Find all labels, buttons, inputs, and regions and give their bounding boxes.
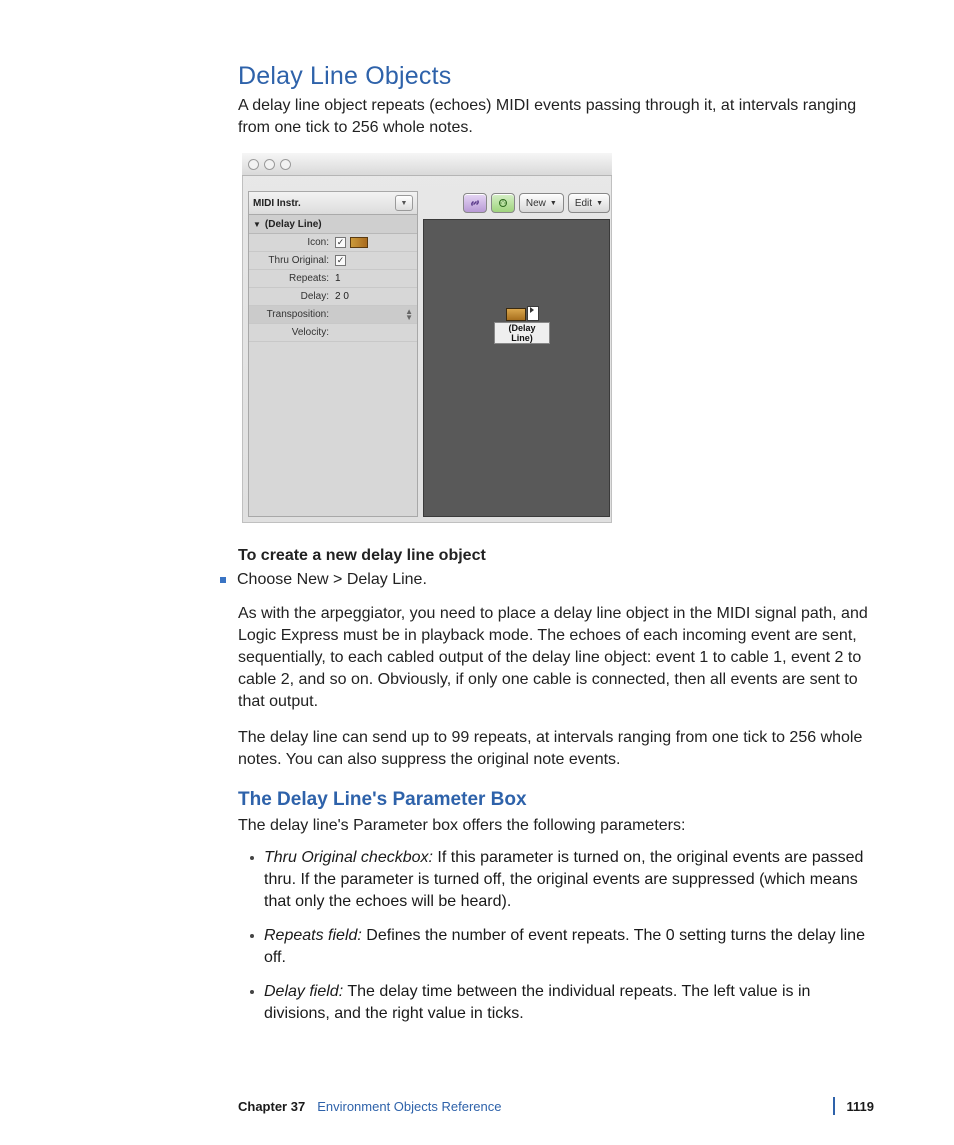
create-heading: To create a new delay line object [238, 545, 874, 567]
inspector-row-velocity: Velocity: [249, 324, 417, 342]
link-icon[interactable] [463, 193, 487, 213]
repeats-value[interactable]: 1 [333, 273, 417, 284]
thru-original-checkbox[interactable]: ✓ [335, 255, 346, 266]
paragraph-param-intro: The delay line's Parameter box offers th… [238, 815, 874, 837]
term-delay: Delay field: [264, 983, 343, 1000]
chain-icon [469, 197, 481, 209]
list-item: Delay field: The delay time between the … [250, 981, 874, 1025]
window-titlebar [242, 153, 612, 176]
inspector-section-header[interactable]: ▼ (Delay Line) [249, 215, 417, 234]
list-item: Repeats field: Defines the number of eve… [250, 925, 874, 969]
new-menu-button[interactable]: New ▼ [519, 193, 564, 213]
environment-canvas[interactable]: (Delay Line) [423, 219, 610, 517]
icon-label: Icon: [249, 237, 333, 248]
midi-out-icon[interactable] [491, 193, 515, 213]
velocity-label: Velocity: [249, 327, 333, 338]
delay-line-object-label: (Delay Line) [494, 322, 550, 344]
footer-page-number: 1119 [847, 1099, 875, 1114]
bullet-icon [250, 934, 254, 938]
term-thru-original: Thru Original checkbox: [264, 849, 433, 866]
delay-line-object[interactable]: (Delay Line) [494, 306, 550, 344]
inspector-row-repeats: Repeats: 1 [249, 270, 417, 288]
intro-paragraph: A delay line object repeats (echoes) MID… [238, 95, 874, 139]
thru-original-label: Thru Original: [249, 255, 333, 266]
edit-menu-button[interactable]: Edit ▼ [568, 193, 610, 213]
page-footer: Chapter 37 Environment Objects Reference… [238, 1097, 874, 1115]
transposition-label: Transposition: [249, 309, 333, 320]
paragraph-repeats-range: The delay line can send up to 99 repeats… [238, 727, 874, 771]
delay-value[interactable]: 2 0 [333, 291, 417, 302]
bullet-icon [250, 990, 254, 994]
heading-parameter-box: The Delay Line's Parameter Box [238, 789, 874, 811]
chevron-down-icon: ▼ [596, 200, 603, 207]
inspector-row-thru: Thru Original: ✓ [249, 252, 417, 270]
icon-checkbox[interactable]: ✓ [335, 237, 346, 248]
stepper-icon[interactable]: ▲▼ [405, 309, 413, 321]
list-item: Thru Original checkbox: If this paramete… [250, 847, 874, 913]
disclosure-triangle-icon[interactable]: ▼ [253, 220, 261, 229]
inspector-panel: MIDI Instr. ▼ ▼ (Delay Line) Icon: ✓ Thr… [248, 191, 418, 517]
heading-delay-line-objects: Delay Line Objects [238, 62, 874, 91]
delay-line-icon[interactable] [350, 237, 368, 248]
zoom-icon[interactable] [280, 159, 291, 170]
inspector-title: MIDI Instr. [253, 198, 301, 209]
inspector-section-title: (Delay Line) [265, 219, 322, 230]
inspector-row-transposition: Transposition: ▲▼ [249, 306, 417, 324]
footer-divider [833, 1097, 835, 1115]
chevron-down-icon: ▼ [550, 200, 557, 207]
midi-plug-icon [497, 197, 509, 209]
environment-screenshot: New ▼ Edit ▼ MIDI Instr. ▼ ▼ (Delay Line) … [242, 153, 612, 523]
environment-toolbar: New ▼ Edit ▼ [463, 191, 610, 215]
new-label: New [526, 198, 546, 209]
inspector-dropdown-icon[interactable]: ▼ [395, 195, 413, 211]
close-icon[interactable] [248, 159, 259, 170]
paragraph-signal-path: As with the arpeggiator, you need to pla… [238, 603, 874, 713]
edit-label: Edit [575, 198, 592, 209]
term-repeats: Repeats field: [264, 927, 362, 944]
inspector-header[interactable]: MIDI Instr. ▼ [249, 192, 417, 215]
footer-chapter: Chapter 37 [238, 1099, 305, 1114]
delay-line-object-icon [506, 308, 526, 321]
step-item: Choose New > Delay Line. [220, 569, 874, 591]
def-delay: The delay time between the individual re… [264, 983, 810, 1022]
minimize-icon[interactable] [264, 159, 275, 170]
step-text: Choose New > Delay Line. [237, 569, 427, 591]
delay-label: Delay: [249, 291, 333, 302]
repeats-label: Repeats: [249, 273, 333, 284]
footer-chapter-title: Environment Objects Reference [317, 1099, 501, 1114]
bullet-icon [250, 856, 254, 860]
cable-outlet-icon[interactable] [527, 306, 539, 321]
inspector-row-icon: Icon: ✓ [249, 234, 417, 252]
inspector-row-delay: Delay: 2 0 [249, 288, 417, 306]
square-bullet-icon [220, 577, 226, 583]
